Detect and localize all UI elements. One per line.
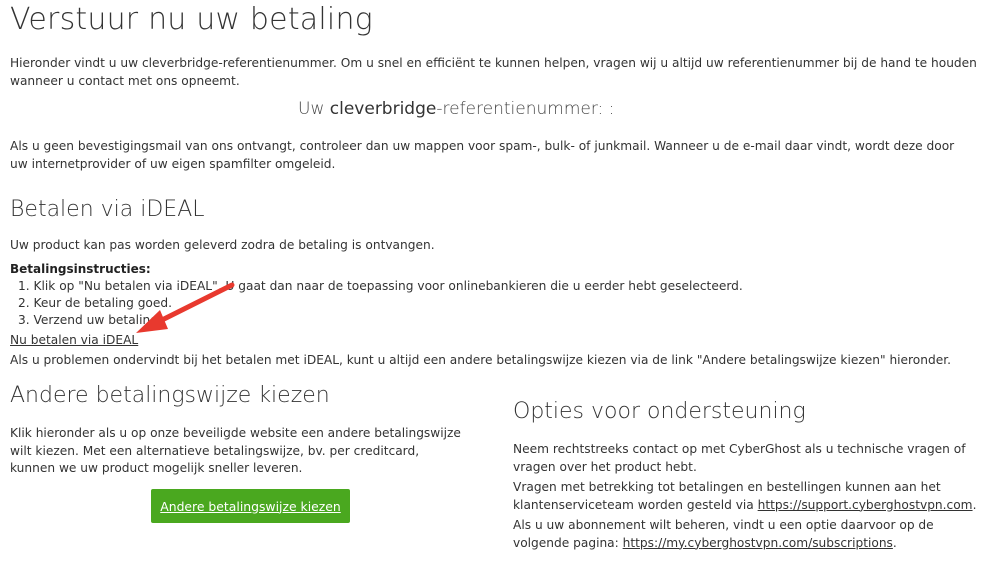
support-contact-text: Neem rechtstreeks contact op met CyberGh… [513, 442, 966, 474]
instructions-list: 1. Klik op "Nu betalen via iDEAL". U gaa… [18, 278, 743, 329]
delivery-note: Uw product kan pas worden geleverd zodra… [10, 238, 435, 252]
ref-suffix: -referentienummer: : [436, 99, 615, 119]
support-subscription-text: Als u uw abonnement wilt beheren, vindt … [513, 517, 983, 552]
instruction-step: 2. Keur de betaling goed. [18, 296, 172, 310]
reference-number: Uw cleverbridge-referentienummer: : [298, 99, 614, 119]
support-link[interactable]: https://support.cyberghostvpn.com [758, 498, 973, 512]
other-method-button[interactable]: Andere betalingswijze kiezen [151, 489, 350, 523]
instructions-label: Betalingsinstructies: [10, 262, 151, 276]
subscription-end: . [892, 535, 897, 550]
ref-brand: cleverbridge [329, 99, 437, 119]
instruction-step: 1. Klik op "Nu betalen via iDEAL". U gaa… [18, 279, 743, 293]
problem-note: Als u problemen ondervindt bij het betal… [10, 353, 951, 367]
instruction-step: 3. Verzend uw betaling. [18, 313, 162, 327]
other-method-heading: Andere betalingswijze kiezen [10, 383, 330, 408]
page-title: Verstuur nu uw betaling [10, 2, 373, 37]
ideal-heading: Betalen via iDEAL [10, 197, 205, 222]
intro-text: Hieronder vindt u uw cleverbridge-refere… [10, 56, 977, 88]
support-heading: Opties voor ondersteuning [513, 399, 806, 424]
spam-note: Als u geen bevestigingsmail van ons ontv… [10, 139, 955, 171]
pay-via-ideal-link[interactable]: Nu betalen via iDEAL [10, 333, 138, 347]
support-billing-end: . [972, 497, 977, 512]
ref-prefix: Uw [298, 99, 330, 119]
other-method-text: Klik hieronder als u op onze beveiligde … [10, 426, 461, 475]
support-billing-text: Vragen met betrekking tot betalingen en … [513, 479, 983, 514]
subscription-link[interactable]: https://my.cyberghostvpn.com/subscriptio… [623, 536, 893, 550]
